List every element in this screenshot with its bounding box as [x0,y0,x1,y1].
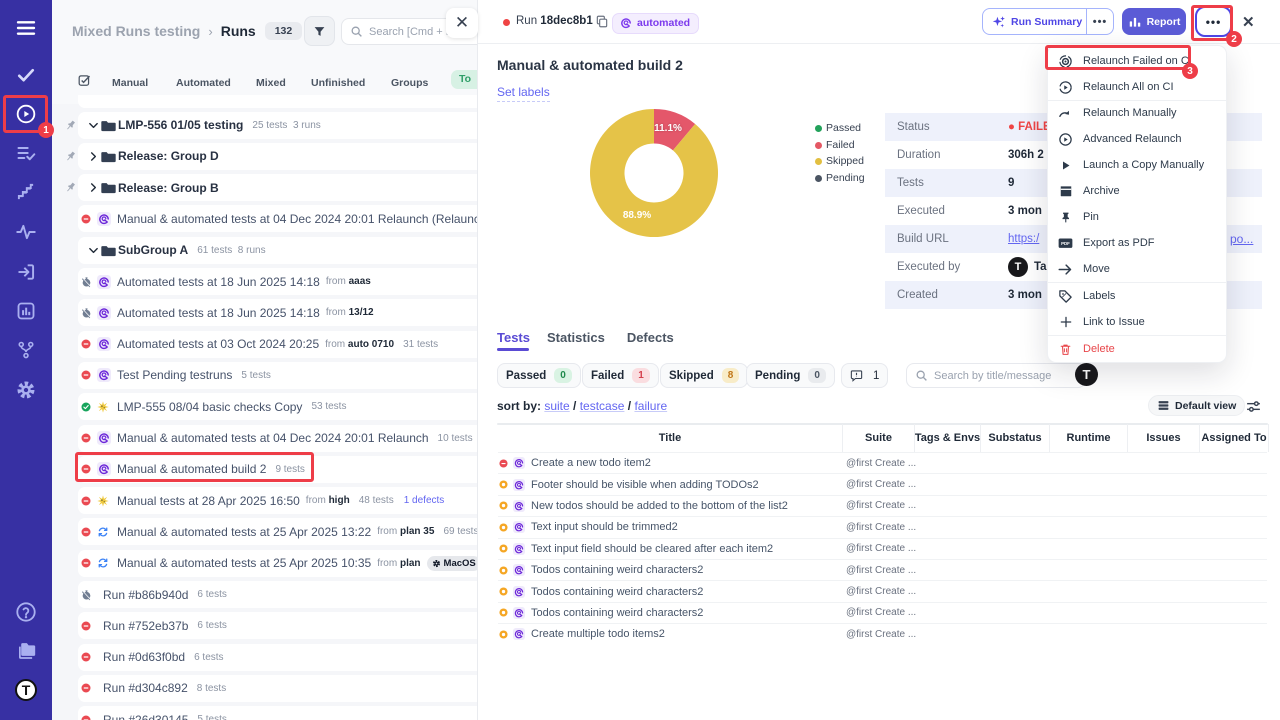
svg-text:11.1%: 11.1% [654,123,682,134]
svg-text:PDF: PDF [1061,241,1070,246]
svg-text:88.9%: 88.9% [623,210,651,221]
